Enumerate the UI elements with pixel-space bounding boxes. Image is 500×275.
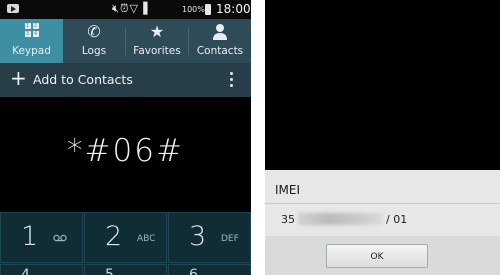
tab-label: Contacts	[196, 45, 244, 57]
battery-percent: 100%	[182, 5, 205, 14]
dial-keypad: 1 2 ABC 3 DEF 4 5 6	[0, 212, 251, 275]
plus-icon: +	[10, 66, 27, 90]
tab-logs[interactable]: ✆︎ Logs	[63, 19, 125, 63]
more-options-icon[interactable]	[230, 72, 234, 88]
video-notification-icon	[7, 4, 19, 13]
tab-keypad[interactable]: 1234 Keypad	[0, 19, 63, 63]
battery-icon	[205, 4, 211, 15]
voicemail-icon	[53, 234, 67, 245]
key-6[interactable]: 6	[168, 264, 251, 275]
tab-bar: 1234 Keypad ✆︎ Logs ★ Favorites Contacts	[0, 19, 251, 63]
call-log-icon: ✆︎	[87, 22, 101, 41]
status-time: 18:00	[216, 2, 251, 16]
tab-label: Favorites	[133, 45, 181, 57]
dialog-divider	[265, 203, 500, 204]
ok-button[interactable]: OK	[326, 244, 428, 268]
dialed-number: *#06#	[67, 133, 184, 169]
keypad-icon: 1234	[24, 23, 39, 37]
key-digit: 5	[105, 267, 114, 275]
key-digit: 6	[189, 267, 198, 275]
add-to-contacts-button[interactable]: Add to Contacts	[33, 72, 133, 87]
key-digit: 2	[105, 221, 123, 252]
dialer-screen: 🔇︎⏰︎▽▐ 100% 18:00 1234 Keypad ✆︎ Logs ★ …	[0, 0, 251, 275]
key-2[interactable]: 2 ABC	[84, 212, 167, 263]
key-digit: 3	[189, 221, 207, 252]
imei-number-suffix: / 01	[386, 213, 408, 226]
status-bar: 🔇︎⏰︎▽▐ 100% 18:00	[0, 0, 251, 19]
imei-redacted-blur	[298, 213, 382, 225]
key-letters: DEF	[221, 234, 239, 244]
key-1[interactable]: 1	[0, 212, 83, 263]
alarm-icon: ⏰︎	[119, 2, 130, 15]
dialog-title: IMEI	[275, 183, 301, 197]
tab-contacts[interactable]: Contacts	[189, 19, 251, 63]
star-icon: ★	[149, 22, 165, 41]
mute-icon: 🔇︎	[112, 2, 120, 15]
key-5[interactable]: 5	[84, 264, 167, 275]
person-icon	[189, 23, 251, 44]
imei-number-prefix: 35	[281, 213, 295, 226]
key-3[interactable]: 3 DEF	[168, 212, 251, 263]
wifi-icon: ▽	[129, 2, 139, 15]
signal-icon: ▐	[139, 2, 149, 15]
key-digit: 4	[21, 267, 30, 275]
tab-label: Keypad	[12, 45, 51, 57]
tab-label: Logs	[81, 45, 107, 57]
key-digit: 1	[21, 221, 39, 252]
key-4[interactable]: 4	[0, 264, 83, 275]
key-letters: ABC	[137, 234, 156, 244]
status-icons: 🔇︎⏰︎▽▐	[112, 2, 148, 16]
tab-favorites[interactable]: ★ Favorites	[126, 19, 188, 63]
